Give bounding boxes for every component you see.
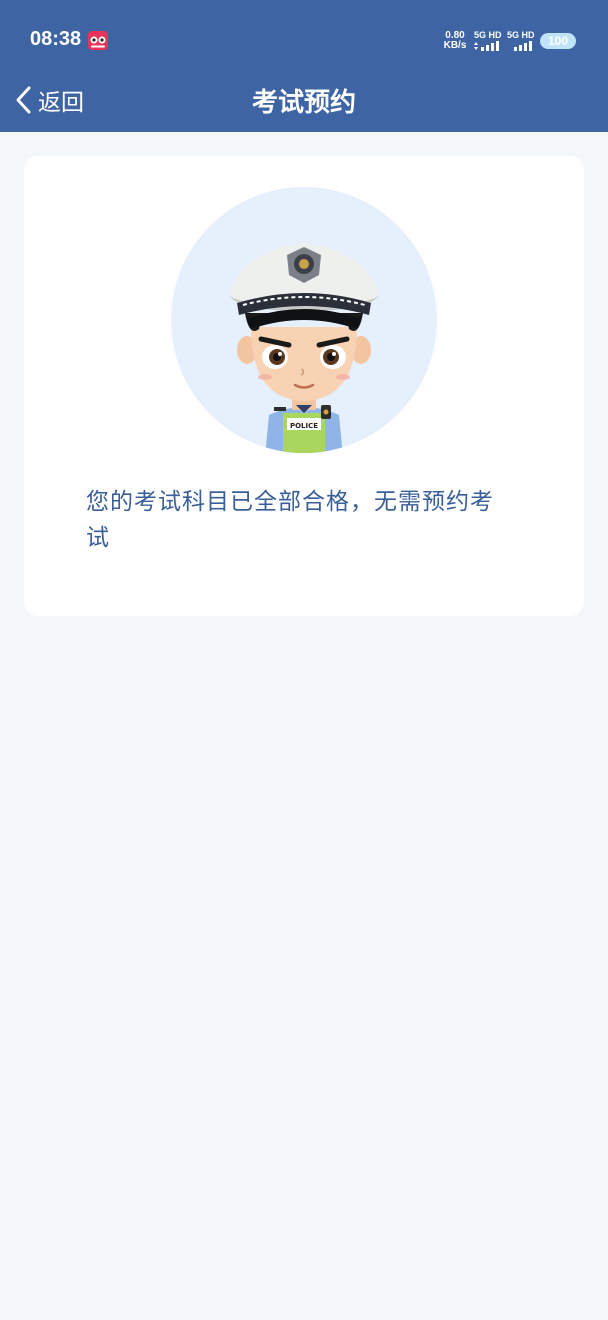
network-speed-unit: KB/s [443, 40, 467, 51]
signal-bars-icon [474, 41, 499, 51]
status-bar: 08:38 0.80 KB/s 5G HD 5G HD 100 [0, 0, 608, 70]
page-title: 考试预约 [251, 88, 356, 118]
signal-bars-icon [514, 41, 532, 51]
status-time: 08:38 [30, 28, 82, 50]
signal-1: 5G HD [474, 30, 504, 52]
exam-status-card: POLICE 您的考试科目已全部合格，无需预约考试 [24, 156, 584, 616]
app-header: 08:38 0.80 KB/s 5G HD 5G HD 100 返回 考试预约 [0, 0, 608, 132]
police-badge-text: POLICE [290, 422, 318, 430]
police-officer-avatar: POLICE [171, 187, 437, 453]
signal-2-label: 5G HD [507, 30, 535, 40]
battery-indicator: 100 [540, 33, 576, 49]
signal-2: 5G HD [507, 30, 537, 52]
navigation-bar: 返回 考试预约 [0, 70, 608, 132]
signal-1-label: 5G HD [474, 30, 502, 40]
app-notification-icon [88, 31, 108, 50]
exam-status-message: 您的考试科目已全部合格，无需预约考试 [86, 489, 494, 551]
network-speed: 0.80 KB/s [440, 31, 470, 51]
